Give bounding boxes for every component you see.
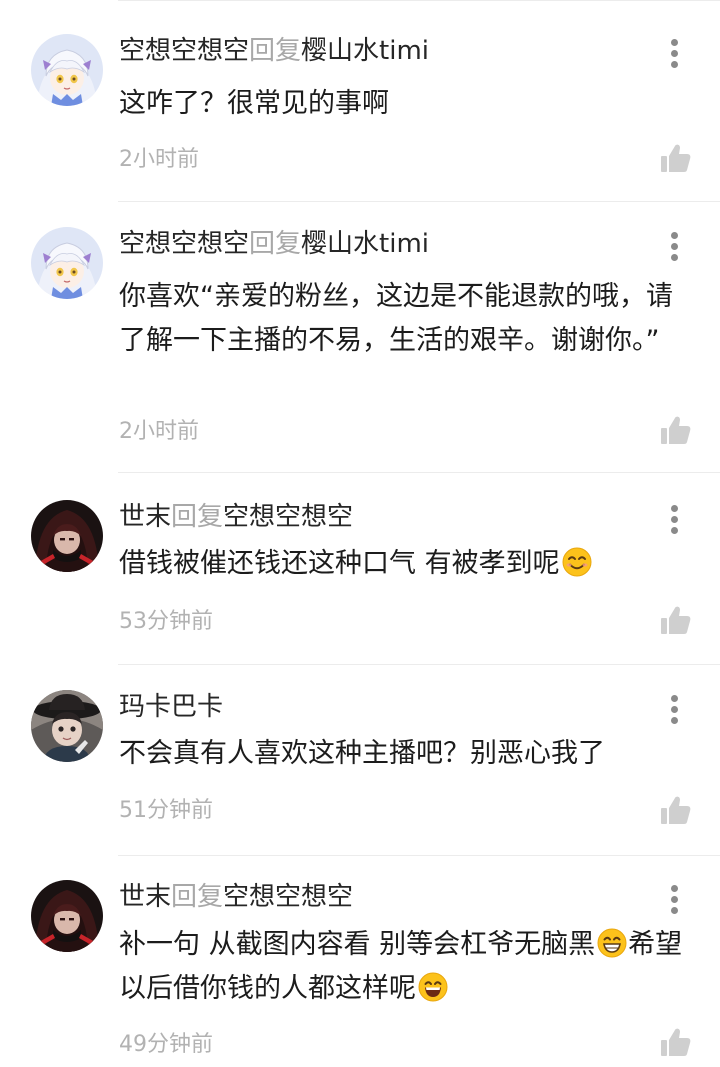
reply-target-name[interactable]: 空想空想空	[223, 882, 353, 912]
comment-time: 2小时前	[119, 147, 199, 172]
top-divider	[118, 0, 720, 1]
thumbs-up-icon[interactable]	[659, 794, 691, 826]
author-name[interactable]: 世末	[119, 502, 171, 532]
comment-header: 玛卡巴卡	[119, 690, 223, 724]
author-name[interactable]: 空想空想空	[119, 229, 249, 259]
smile-emoji-icon	[561, 547, 592, 577]
comment-text: 这咋了？很常见的事啊	[119, 88, 389, 119]
comment-header: 空想空想空回复樱山水timi	[119, 227, 429, 261]
comment-header: 世末回复空想空想空	[119, 880, 353, 914]
reply-label: 回复	[249, 36, 302, 66]
thumbs-up-icon[interactable]	[659, 604, 691, 636]
avatar[interactable]	[31, 227, 103, 299]
more-options-icon[interactable]	[662, 690, 688, 726]
thumbs-up-icon[interactable]	[659, 142, 691, 174]
reply-target-name[interactable]: 空想空想空	[223, 502, 353, 532]
comment-time: 53分钟前	[119, 609, 213, 634]
avatar[interactable]	[31, 500, 103, 572]
more-options-icon[interactable]	[662, 34, 688, 70]
reply-target-name[interactable]: 樱山水timi	[301, 36, 429, 66]
reply-label: 回复	[171, 882, 224, 912]
laugh-emoji-icon	[418, 972, 448, 1002]
more-options-icon[interactable]	[662, 500, 688, 536]
divider	[118, 855, 720, 856]
avatar[interactable]	[31, 880, 103, 952]
comment-text-part-1: 补一句 从截图内容看 别等会杠爷无脑黑	[119, 929, 596, 960]
divider	[118, 664, 720, 665]
reply-target-name[interactable]: 樱山水timi	[301, 229, 429, 259]
divider	[118, 201, 720, 202]
comment-time: 51分钟前	[119, 798, 213, 823]
author-name[interactable]: 世末	[119, 882, 171, 912]
thumbs-up-icon[interactable]	[659, 414, 691, 446]
author-name[interactable]: 空想空想空	[119, 36, 249, 66]
avatar[interactable]	[31, 34, 103, 106]
reply-label: 回复	[171, 502, 224, 532]
reply-label: 回复	[249, 229, 302, 259]
comment-text: 你喜欢“亲爱的粉丝，这边是不能退款的哦，请了解一下主播的不易，生活的艰辛。谢谢你…	[119, 281, 673, 356]
comment-text: 补一句 从截图内容看 别等会杠爷无脑黑 希望以后借你钱的人都这样呢	[119, 923, 694, 1011]
author-name[interactable]: 玛卡巴卡	[119, 692, 223, 722]
more-options-icon[interactable]	[662, 880, 688, 916]
divider	[118, 472, 720, 473]
comment-time: 2小时前	[119, 419, 199, 444]
comment-header: 世末回复空想空想空	[119, 500, 353, 534]
avatar[interactable]	[31, 690, 103, 762]
comment-time: 49分钟前	[119, 1032, 213, 1057]
thumbs-up-icon[interactable]	[659, 1026, 691, 1058]
comment-text: 借钱被催还钱还这种口气 有被孝到呢	[119, 542, 694, 586]
more-options-icon[interactable]	[662, 227, 688, 263]
comment-text: 不会真有人喜欢这种主播吧？别恶心我了	[119, 738, 605, 769]
comment-text-content: 借钱被催还钱还这种口气 有被孝到呢	[119, 548, 560, 579]
grin-emoji-icon	[597, 928, 628, 958]
comment-header: 空想空想空回复樱山水timi	[119, 34, 429, 68]
